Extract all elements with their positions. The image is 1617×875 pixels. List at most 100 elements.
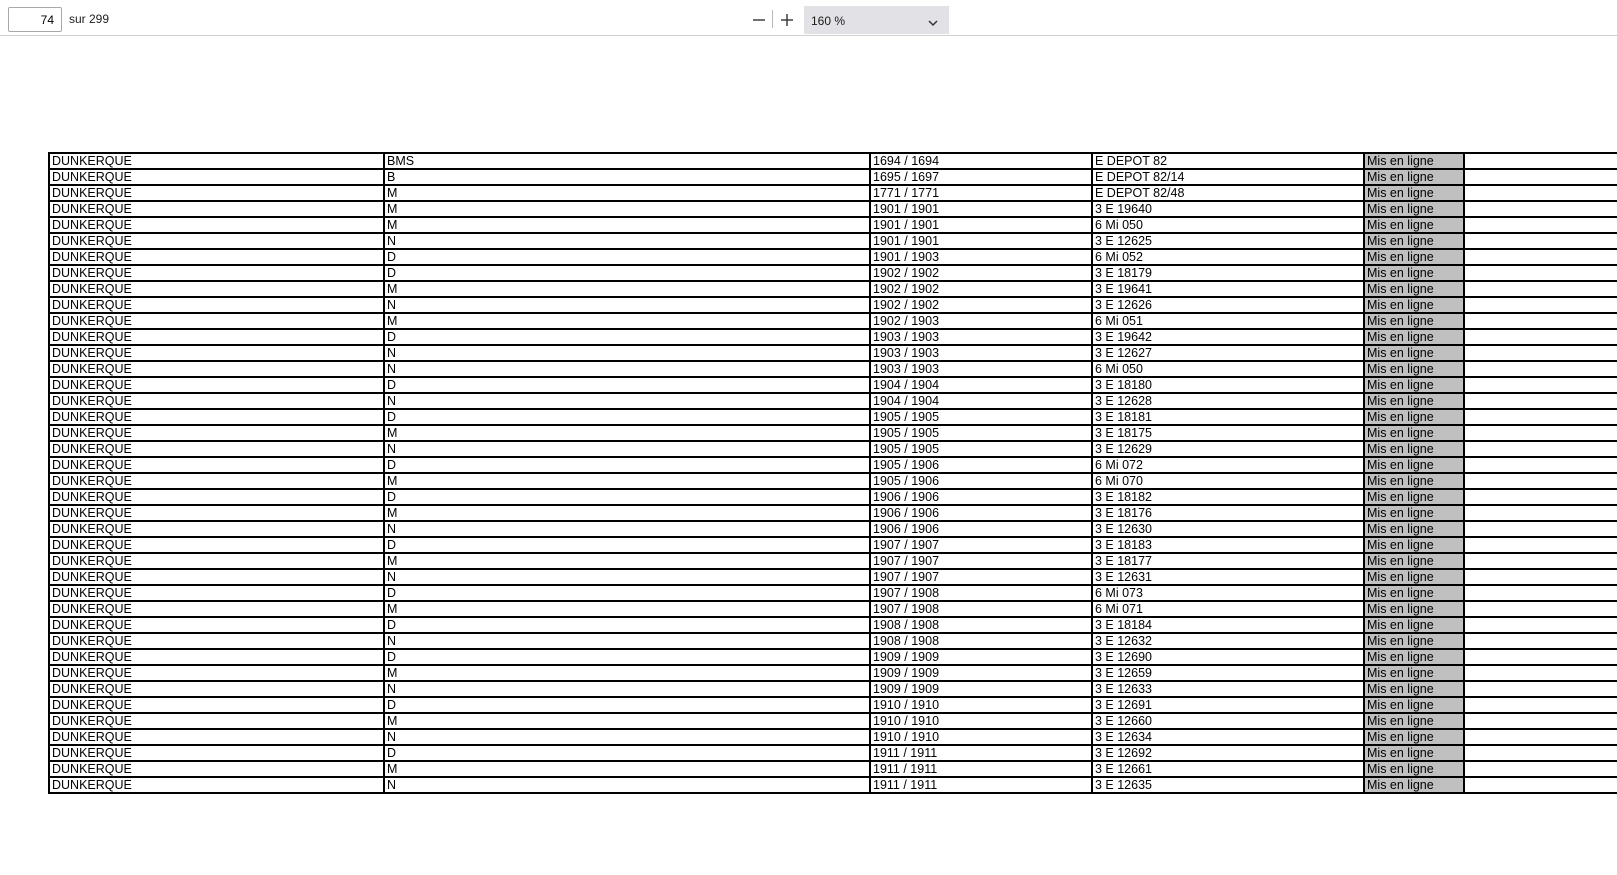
zoom-in-button[interactable] xyxy=(775,8,799,32)
dates-cell: 1911 / 1911 xyxy=(869,760,1093,778)
type-cell: D xyxy=(383,648,871,666)
type-cell: D xyxy=(383,584,871,602)
table-row: DUNKERQUE M 1905 / 1906 6 Mi 070 Mis en lign… xyxy=(48,472,1617,490)
table-row: DUNKERQUE M 1905 / 1905 3 E 18175 Mis en lig… xyxy=(48,424,1617,442)
table-row: DUNKERQUE M 1902 / 1903 6 Mi 051 Mis en lign… xyxy=(48,312,1617,330)
type-cell: M xyxy=(383,600,871,618)
table-row: DUNKERQUE D 1907 / 1907 3 E 18183 Mis en lig… xyxy=(48,536,1617,554)
extra-cell xyxy=(1463,680,1617,698)
cote-cell: 3 E 12630 xyxy=(1091,520,1365,538)
status-cell: Mis en ligne xyxy=(1363,712,1465,730)
commune-cell: DUNKERQUE xyxy=(48,648,385,666)
table-row: DUNKERQUE D 1902 / 1902 3 E 18179 Mis en lig… xyxy=(48,264,1617,282)
dates-cell: 1910 / 1910 xyxy=(869,728,1093,746)
status-cell: Mis en ligne xyxy=(1363,600,1465,618)
page-number-input[interactable] xyxy=(8,7,62,32)
table-row: DUNKERQUE D 1903 / 1903 3 E 19642 Mis en lig… xyxy=(48,328,1617,346)
commune-cell: DUNKERQUE xyxy=(48,584,385,602)
commune-cell: DUNKERQUE xyxy=(48,520,385,538)
status-cell: Mis en ligne xyxy=(1363,504,1465,522)
status-cell: Mis en ligne xyxy=(1363,264,1465,282)
table-row: DUNKERQUE N 1908 / 1908 3 E 12632 Mis en lig… xyxy=(48,632,1617,650)
zoom-level-select[interactable]: 160 % xyxy=(804,6,949,34)
document-viewport[interactable]: DUNKERQUE BMS 1694 / 1694 E DEPOT 82 Mis en … xyxy=(0,36,1617,875)
cote-cell: 6 Mi 051 xyxy=(1091,312,1365,330)
extra-cell xyxy=(1463,744,1617,762)
extra-cell xyxy=(1463,392,1617,410)
type-cell: N xyxy=(383,344,871,362)
dates-cell: 1909 / 1909 xyxy=(869,648,1093,666)
commune-cell: DUNKERQUE xyxy=(48,408,385,426)
zoom-out-button[interactable] xyxy=(747,8,771,32)
commune-cell: DUNKERQUE xyxy=(48,296,385,314)
table-row: DUNKERQUE D 1908 / 1908 3 E 18184 Mis en lig… xyxy=(48,616,1617,634)
zoom-divider xyxy=(772,10,773,28)
table-row: DUNKERQUE BMS 1694 / 1694 E DEPOT 82 Mis en … xyxy=(48,152,1617,170)
cote-cell: 3 E 12633 xyxy=(1091,680,1365,698)
extra-cell xyxy=(1463,408,1617,426)
cote-cell: 3 E 19640 xyxy=(1091,200,1365,218)
type-cell: BMS xyxy=(383,152,871,170)
status-cell: Mis en ligne xyxy=(1363,440,1465,458)
type-cell: D xyxy=(383,616,871,634)
cote-cell: 3 E 12625 xyxy=(1091,232,1365,250)
commune-cell: DUNKERQUE xyxy=(48,744,385,762)
dates-cell: 1903 / 1903 xyxy=(869,344,1093,362)
commune-cell: DUNKERQUE xyxy=(48,680,385,698)
status-cell: Mis en ligne xyxy=(1363,680,1465,698)
type-cell: N xyxy=(383,520,871,538)
extra-cell xyxy=(1463,472,1617,490)
status-cell: Mis en ligne xyxy=(1363,632,1465,650)
cote-cell: 3 E 12632 xyxy=(1091,632,1365,650)
dates-cell: 1695 / 1697 xyxy=(869,168,1093,186)
cote-cell: 3 E 18180 xyxy=(1091,376,1365,394)
status-cell: Mis en ligne xyxy=(1363,200,1465,218)
table-row: DUNKERQUE M 1771 / 1771 E DEPOT 82/48 Mis en… xyxy=(48,184,1617,202)
commune-cell: DUNKERQUE xyxy=(48,760,385,778)
commune-cell: DUNKERQUE xyxy=(48,712,385,730)
cote-cell: 3 E 12690 xyxy=(1091,648,1365,666)
table-row: DUNKERQUE D 1904 / 1904 3 E 18180 Mis en lig… xyxy=(48,376,1617,394)
type-cell: D xyxy=(383,376,871,394)
dates-cell: 1909 / 1909 xyxy=(869,664,1093,682)
extra-cell xyxy=(1463,312,1617,330)
cote-cell: 3 E 12626 xyxy=(1091,296,1365,314)
dates-cell: 1902 / 1902 xyxy=(869,280,1093,298)
dates-cell: 1907 / 1908 xyxy=(869,584,1093,602)
commune-cell: DUNKERQUE xyxy=(48,536,385,554)
dates-cell: 1907 / 1907 xyxy=(869,568,1093,586)
status-cell: Mis en ligne xyxy=(1363,664,1465,682)
type-cell: M xyxy=(383,712,871,730)
minus-icon xyxy=(747,8,771,32)
table-row: DUNKERQUE N 1903 / 1903 3 E 12627 Mis en lig… xyxy=(48,344,1617,362)
type-cell: N xyxy=(383,680,871,698)
type-cell: D xyxy=(383,264,871,282)
dates-cell: 1901 / 1903 xyxy=(869,248,1093,266)
commune-cell: DUNKERQUE xyxy=(48,696,385,714)
type-cell: M xyxy=(383,472,871,490)
status-cell: Mis en ligne xyxy=(1363,488,1465,506)
commune-cell: DUNKERQUE xyxy=(48,456,385,474)
type-cell: M xyxy=(383,504,871,522)
dates-cell: 1902 / 1902 xyxy=(869,296,1093,314)
cote-cell: 3 E 18181 xyxy=(1091,408,1365,426)
status-cell: Mis en ligne xyxy=(1363,184,1465,202)
table-row: DUNKERQUE M 1906 / 1906 3 E 18176 Mis en lig… xyxy=(48,504,1617,522)
type-cell: M xyxy=(383,552,871,570)
table-row: DUNKERQUE N 1901 / 1901 3 E 12625 Mis en lig… xyxy=(48,232,1617,250)
table-row: DUNKERQUE N 1905 / 1905 3 E 12629 Mis en lig… xyxy=(48,440,1617,458)
status-cell: Mis en ligne xyxy=(1363,424,1465,442)
extra-cell xyxy=(1463,168,1617,186)
dates-cell: 1907 / 1908 xyxy=(869,600,1093,618)
dates-cell: 1906 / 1906 xyxy=(869,488,1093,506)
table-row: DUNKERQUE N 1907 / 1907 3 E 12631 Mis en lig… xyxy=(48,568,1617,586)
commune-cell: DUNKERQUE xyxy=(48,376,385,394)
cote-cell: 3 E 12629 xyxy=(1091,440,1365,458)
cote-cell: 3 E 18182 xyxy=(1091,488,1365,506)
dates-cell: 1910 / 1910 xyxy=(869,696,1093,714)
status-cell: Mis en ligne xyxy=(1363,392,1465,410)
commune-cell: DUNKERQUE xyxy=(48,776,385,794)
commune-cell: DUNKERQUE xyxy=(48,184,385,202)
table-row: DUNKERQUE N 1910 / 1910 3 E 12634 Mis en lig… xyxy=(48,728,1617,746)
status-cell: Mis en ligne xyxy=(1363,456,1465,474)
